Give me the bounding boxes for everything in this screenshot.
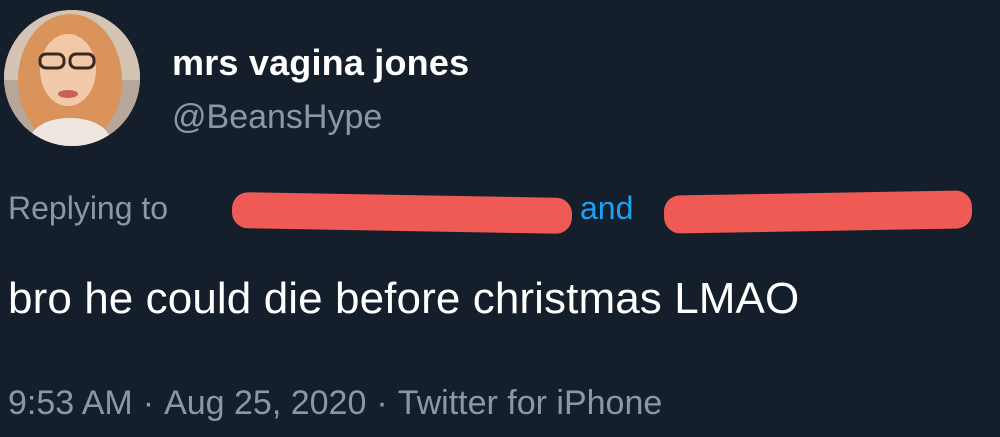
replying-to-label: Replying to — [8, 190, 169, 226]
display-name[interactable]: mrs vagina jones — [172, 42, 469, 84]
redaction-mark-2 — [663, 190, 973, 234]
replying-conjunction: and — [580, 190, 634, 226]
tweet-time[interactable]: 9:53 AM — [8, 384, 133, 423]
redaction-mark-1 — [231, 192, 573, 234]
tweet-text: bro he could die before christmas LMAO — [8, 274, 800, 323]
separator-dot: · — [376, 384, 388, 422]
separator-dot: · — [142, 384, 155, 422]
avatar[interactable] — [4, 10, 140, 146]
user-handle[interactable]: @BeansHype — [172, 98, 382, 137]
profile-photo-icon — [4, 10, 140, 146]
tweet-card: mrs vagina jones @BeansHype Replying to … — [0, 0, 1000, 437]
tweet-metadata: 9:53 AM · Aug 25, 2020 · Twitter for iPhone — [8, 384, 662, 423]
tweet-date[interactable]: Aug 25, 2020 — [164, 384, 366, 423]
tweet-client[interactable]: Twitter for iPhone — [398, 384, 663, 423]
